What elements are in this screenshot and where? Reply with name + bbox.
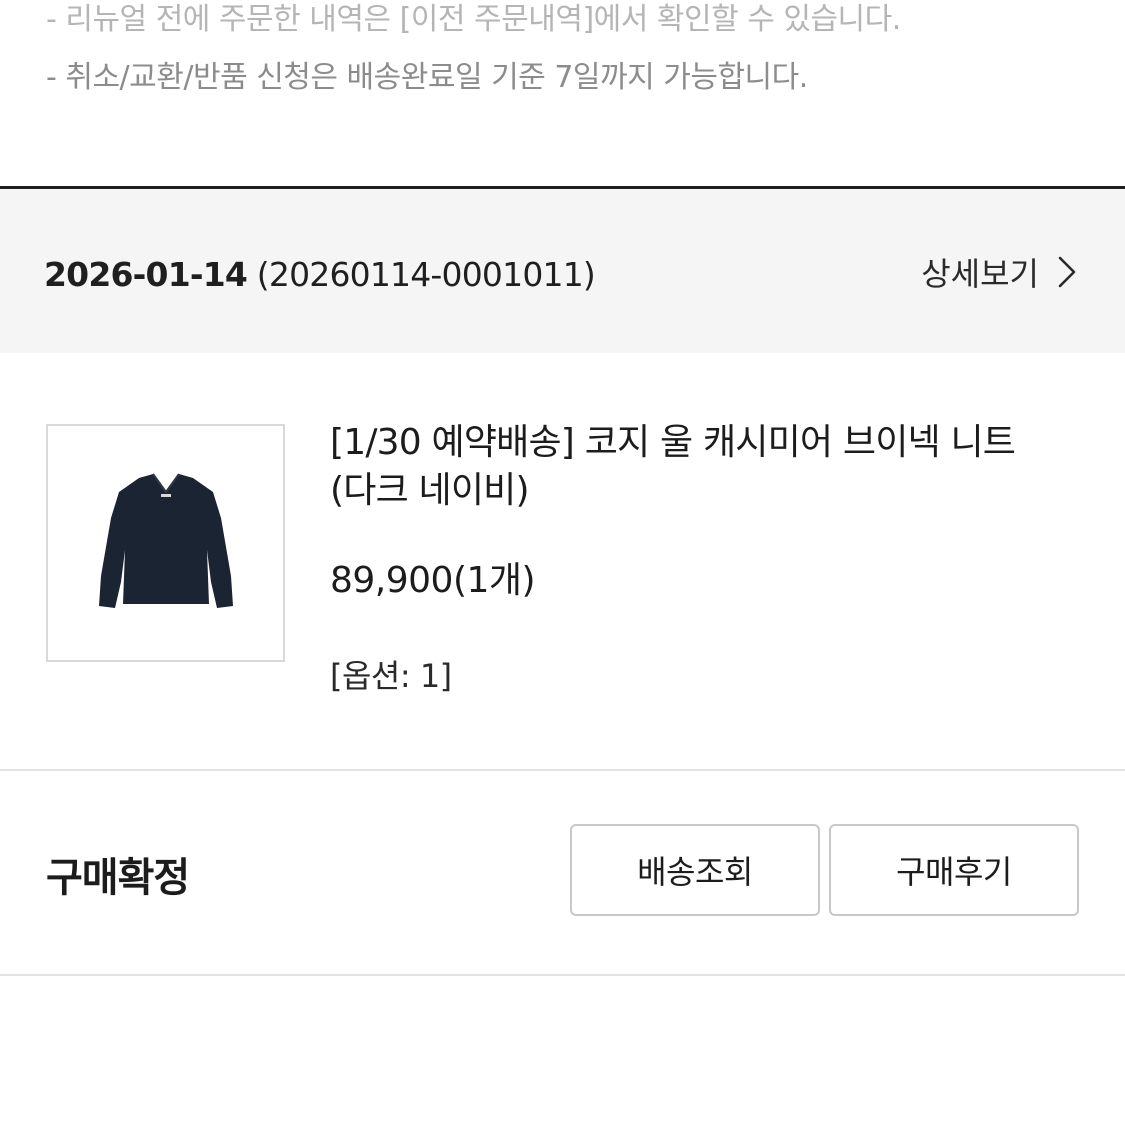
view-detail-link[interactable]: 상세보기	[921, 249, 1077, 295]
write-review-button[interactable]: 구매후기	[829, 824, 1079, 916]
view-detail-label: 상세보기	[921, 255, 1039, 293]
product-thumbnail[interactable]	[46, 424, 285, 662]
product-name[interactable]: [1/30 예약배송] 코지 울 캐시미어 브이넥 니트 (다크 네이비)	[330, 419, 1070, 515]
order-status: 구매확정	[46, 855, 190, 901]
notice-line-return-policy: - 취소/교환/반품 신청은 배송완료일 기준 7일까지 가능합니다.	[46, 60, 808, 95]
order-date-number: 2026-01-14 (20260114-0001011)	[44, 255, 596, 294]
order-status-bar: 구매확정 배송조회 구매후기	[0, 771, 1125, 976]
product-option: [옵션: 1]	[330, 657, 452, 695]
order-header: 2026-01-14 (20260114-0001011) 상세보기	[0, 186, 1125, 353]
track-delivery-button[interactable]: 배송조회	[570, 824, 820, 916]
chevron-right-icon	[1057, 255, 1077, 289]
sweater-image	[98, 473, 233, 608]
notice-line-renewal: - 리뉴얼 전에 주문한 내역은 [이전 주문내역]에서 확인할 수 있습니다.	[46, 2, 901, 37]
order-number: (20260114-0001011)	[256, 255, 596, 294]
order-item: [1/30 예약배송] 코지 울 캐시미어 브이넥 니트 (다크 네이비) 89…	[0, 353, 1125, 771]
order-date: 2026-01-14	[44, 255, 248, 294]
product-price: 89,900(1개)	[330, 560, 536, 601]
